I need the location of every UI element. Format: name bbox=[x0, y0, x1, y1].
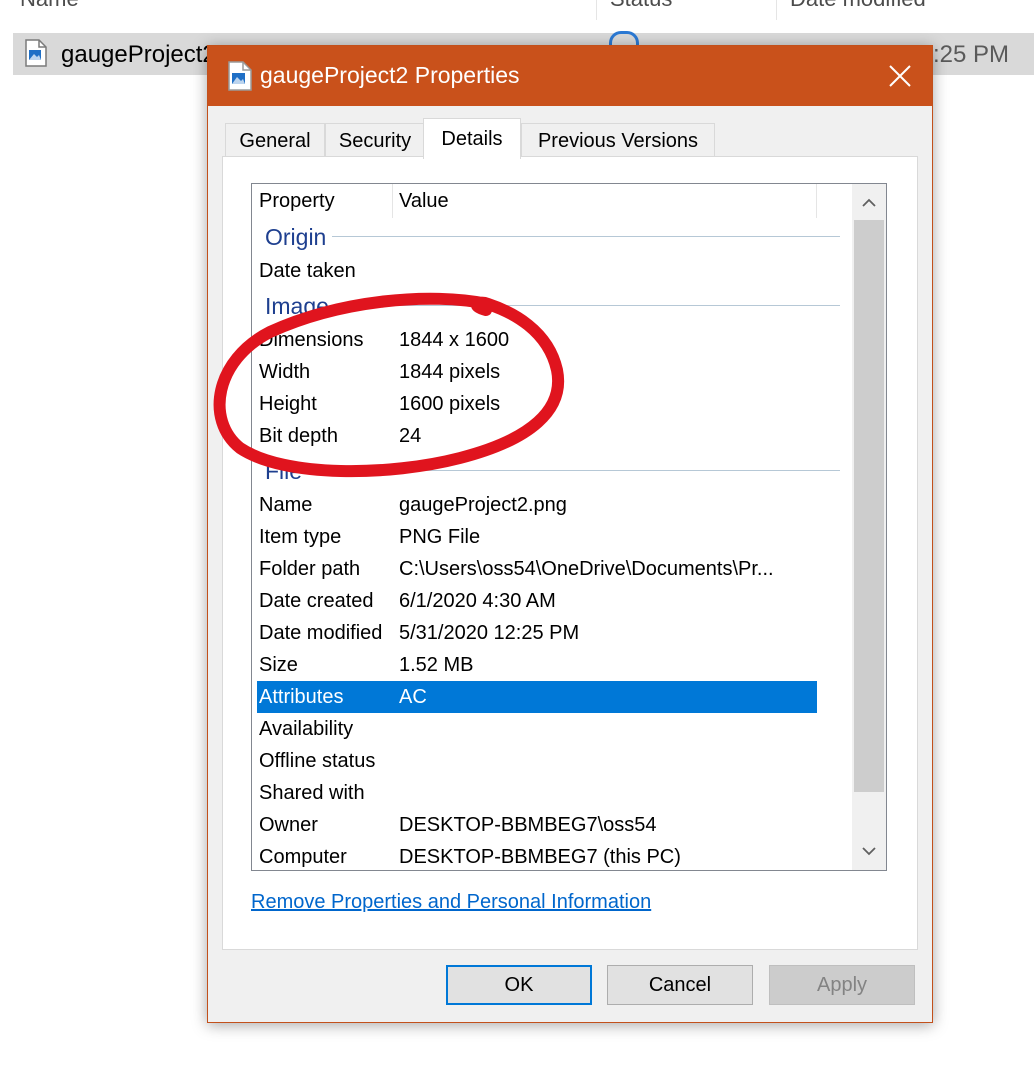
header-value[interactable]: Value bbox=[399, 190, 449, 213]
properties-dialog: gaugeProject2 Properties General Securit… bbox=[207, 45, 933, 1023]
property-row[interactable]: Folder path C:\Users\oss54\OneDrive\Docum… bbox=[252, 553, 852, 585]
close-button[interactable] bbox=[868, 46, 932, 106]
property-name: Name bbox=[259, 494, 313, 516]
tab-general[interactable]: General bbox=[225, 123, 325, 158]
scroll-thumb[interactable] bbox=[854, 220, 884, 792]
property-value: C:\Users\oss54\OneDrive\Documents\Pr... bbox=[399, 558, 774, 580]
list-rows: Origin Date taken Image Dimensions 1844 x 16… bbox=[252, 218, 852, 870]
property-name: Dimensions bbox=[259, 329, 364, 351]
scroll-up-button[interactable] bbox=[852, 186, 886, 220]
header-property[interactable]: Property bbox=[259, 190, 335, 213]
group-label: Origin bbox=[265, 224, 327, 250]
scroll-down-button[interactable] bbox=[852, 834, 886, 868]
chevron-up-icon bbox=[862, 198, 876, 207]
property-value: gaugeProject2.png bbox=[399, 494, 567, 516]
property-row[interactable]: Bit depth 24 bbox=[252, 420, 852, 452]
property-value: 5/31/2020 12:25 PM bbox=[399, 622, 580, 644]
apply-button[interactable]: Apply bbox=[769, 965, 915, 1005]
property-row[interactable]: Size 1.52 MB bbox=[252, 649, 852, 681]
property-name: Bit depth bbox=[259, 425, 338, 447]
property-row[interactable]: Date created 6/1/2020 4:30 AM bbox=[252, 585, 852, 617]
property-value: AC bbox=[399, 686, 427, 708]
property-value: DESKTOP-BBMBEG7 (this PC) bbox=[399, 846, 681, 868]
header-divider[interactable] bbox=[392, 184, 393, 218]
cancel-button[interactable]: Cancel bbox=[607, 965, 753, 1005]
tab-label: Details bbox=[441, 127, 503, 150]
property-name: Item type bbox=[259, 526, 342, 548]
property-name: Date created bbox=[259, 590, 374, 612]
property-name: Offline status bbox=[259, 750, 376, 772]
group-divider bbox=[332, 305, 840, 306]
column-name[interactable]: Name bbox=[20, 0, 79, 12]
property-name: Date taken bbox=[259, 260, 356, 282]
remove-properties-link[interactable]: Remove Properties and Personal Informati… bbox=[251, 891, 651, 914]
image-file-icon bbox=[228, 61, 252, 91]
property-name: Availability bbox=[259, 718, 354, 740]
tab-security[interactable]: Security bbox=[325, 123, 425, 158]
property-row[interactable]: Computer DESKTOP-BBMBEG7 (this PC) bbox=[252, 841, 852, 870]
property-value: 1600 pixels bbox=[399, 393, 501, 415]
tab-label: General bbox=[239, 129, 311, 152]
tab-label: Security bbox=[338, 129, 412, 152]
close-icon bbox=[889, 65, 911, 87]
property-value: PNG File bbox=[399, 526, 481, 548]
explorer-column-header: Name Status Date modified bbox=[0, 0, 1034, 20]
property-row[interactable]: Offline status bbox=[252, 745, 852, 777]
ok-button[interactable]: OK bbox=[446, 965, 592, 1005]
property-name: Height bbox=[259, 393, 317, 415]
column-status[interactable]: Status bbox=[610, 0, 672, 12]
dialog-title: gaugeProject2 Properties bbox=[260, 62, 520, 88]
group-header-image: Image bbox=[252, 287, 852, 324]
column-divider[interactable] bbox=[596, 0, 597, 20]
property-row[interactable]: Availability bbox=[252, 713, 852, 745]
property-row[interactable]: Height 1600 pixels bbox=[252, 388, 852, 420]
property-row[interactable]: Width 1844 pixels bbox=[252, 356, 852, 388]
group-label: File bbox=[265, 458, 303, 484]
property-name: Owner bbox=[259, 814, 318, 836]
property-name: Width bbox=[259, 361, 311, 383]
property-row[interactable]: Shared with bbox=[252, 777, 852, 809]
property-value: 1.52 MB bbox=[399, 654, 474, 676]
property-value: DESKTOP-BBMBEG7\oss54 bbox=[399, 814, 657, 836]
property-row[interactable]: Owner DESKTOP-BBMBEG7\oss54 bbox=[252, 809, 852, 841]
group-divider bbox=[332, 236, 840, 237]
property-name: Size bbox=[259, 654, 298, 676]
property-name: Date modified bbox=[259, 622, 383, 644]
property-row[interactable]: Name gaugeProject2.png bbox=[252, 489, 852, 521]
property-row[interactable]: Item type PNG File bbox=[252, 521, 852, 553]
tab-details[interactable]: Details bbox=[423, 118, 521, 159]
property-row[interactable]: Date taken bbox=[252, 255, 852, 287]
group-header-file: File bbox=[252, 452, 852, 489]
vertical-scrollbar[interactable] bbox=[852, 184, 886, 870]
group-label: Image bbox=[265, 293, 329, 319]
property-value: 24 bbox=[399, 425, 422, 447]
property-row[interactable]: Attributes AC bbox=[257, 681, 817, 713]
property-name: Attributes bbox=[259, 686, 344, 708]
property-value: 1844 pixels bbox=[399, 361, 501, 383]
property-row[interactable]: Date modified 5/31/2020 12:25 PM bbox=[252, 617, 852, 649]
property-value: 1844 x 1600 bbox=[399, 329, 510, 351]
column-divider[interactable] bbox=[776, 0, 777, 20]
file-date-modified: :25 PM bbox=[933, 41, 1010, 68]
property-name: Shared with bbox=[259, 782, 365, 804]
property-row[interactable]: Dimensions 1844 x 1600 bbox=[252, 324, 852, 356]
group-divider bbox=[307, 470, 840, 471]
header-divider[interactable] bbox=[816, 184, 817, 218]
column-date-modified[interactable]: Date modified bbox=[790, 0, 926, 12]
group-header-origin: Origin bbox=[252, 218, 852, 255]
title-bar[interactable]: gaugeProject2 Properties bbox=[208, 46, 932, 106]
file-name: gaugeProject2 bbox=[61, 41, 216, 68]
list-header: Property Value bbox=[252, 184, 852, 218]
property-name: Computer bbox=[259, 846, 347, 868]
tab-label: Previous Versions bbox=[537, 129, 699, 152]
tab-previous-versions[interactable]: Previous Versions bbox=[521, 123, 715, 158]
details-panel: Property Value Origin Date taken Image Dime… bbox=[222, 156, 918, 950]
property-value: 6/1/2020 4:30 AM bbox=[399, 590, 556, 612]
property-name: Folder path bbox=[259, 558, 361, 580]
image-file-icon bbox=[25, 39, 47, 67]
properties-list[interactable]: Property Value Origin Date taken Image Dime… bbox=[251, 183, 887, 871]
chevron-down-icon bbox=[862, 847, 876, 856]
